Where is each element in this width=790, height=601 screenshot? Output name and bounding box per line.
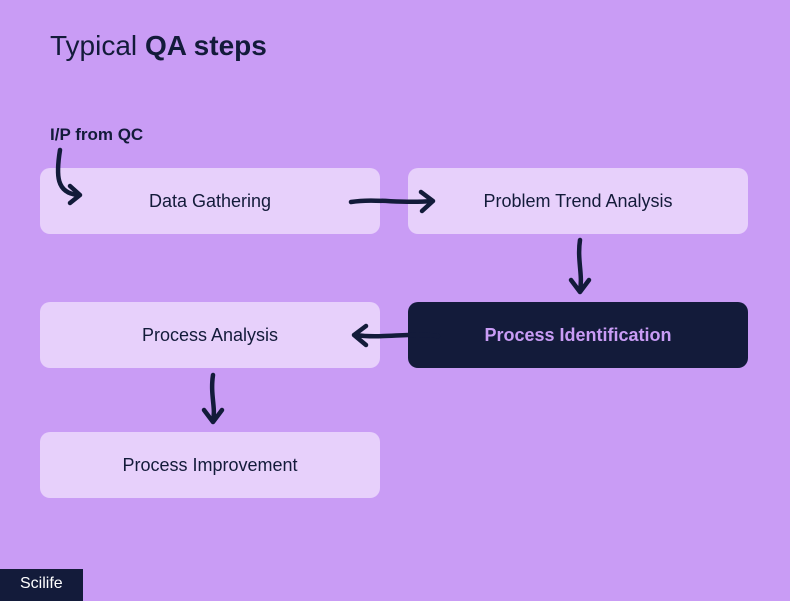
input-label: I/P from QC xyxy=(50,125,143,145)
box-label: Process Identification xyxy=(484,325,671,346)
diagram-title: Typical QA steps xyxy=(50,30,267,62)
title-bold: QA steps xyxy=(145,30,267,61)
arrow-data-to-problem xyxy=(346,188,446,218)
arrow-input-to-data xyxy=(50,145,100,215)
box-process-identification: Process Identification xyxy=(408,302,748,368)
box-label: Process Analysis xyxy=(142,325,278,346)
box-label: Problem Trend Analysis xyxy=(483,191,672,212)
box-label: Data Gathering xyxy=(149,191,271,212)
box-label: Process Improvement xyxy=(122,455,297,476)
box-process-improvement: Process Improvement xyxy=(40,432,380,498)
arrow-identification-to-analysis xyxy=(346,322,446,352)
box-process-analysis: Process Analysis xyxy=(40,302,380,368)
title-light: Typical xyxy=(50,30,145,61)
box-problem-trend: Problem Trend Analysis xyxy=(408,168,748,234)
arrow-problem-to-identification xyxy=(565,235,595,305)
footer-brand: Scilife xyxy=(0,569,83,601)
arrow-analysis-to-improvement xyxy=(198,370,228,435)
